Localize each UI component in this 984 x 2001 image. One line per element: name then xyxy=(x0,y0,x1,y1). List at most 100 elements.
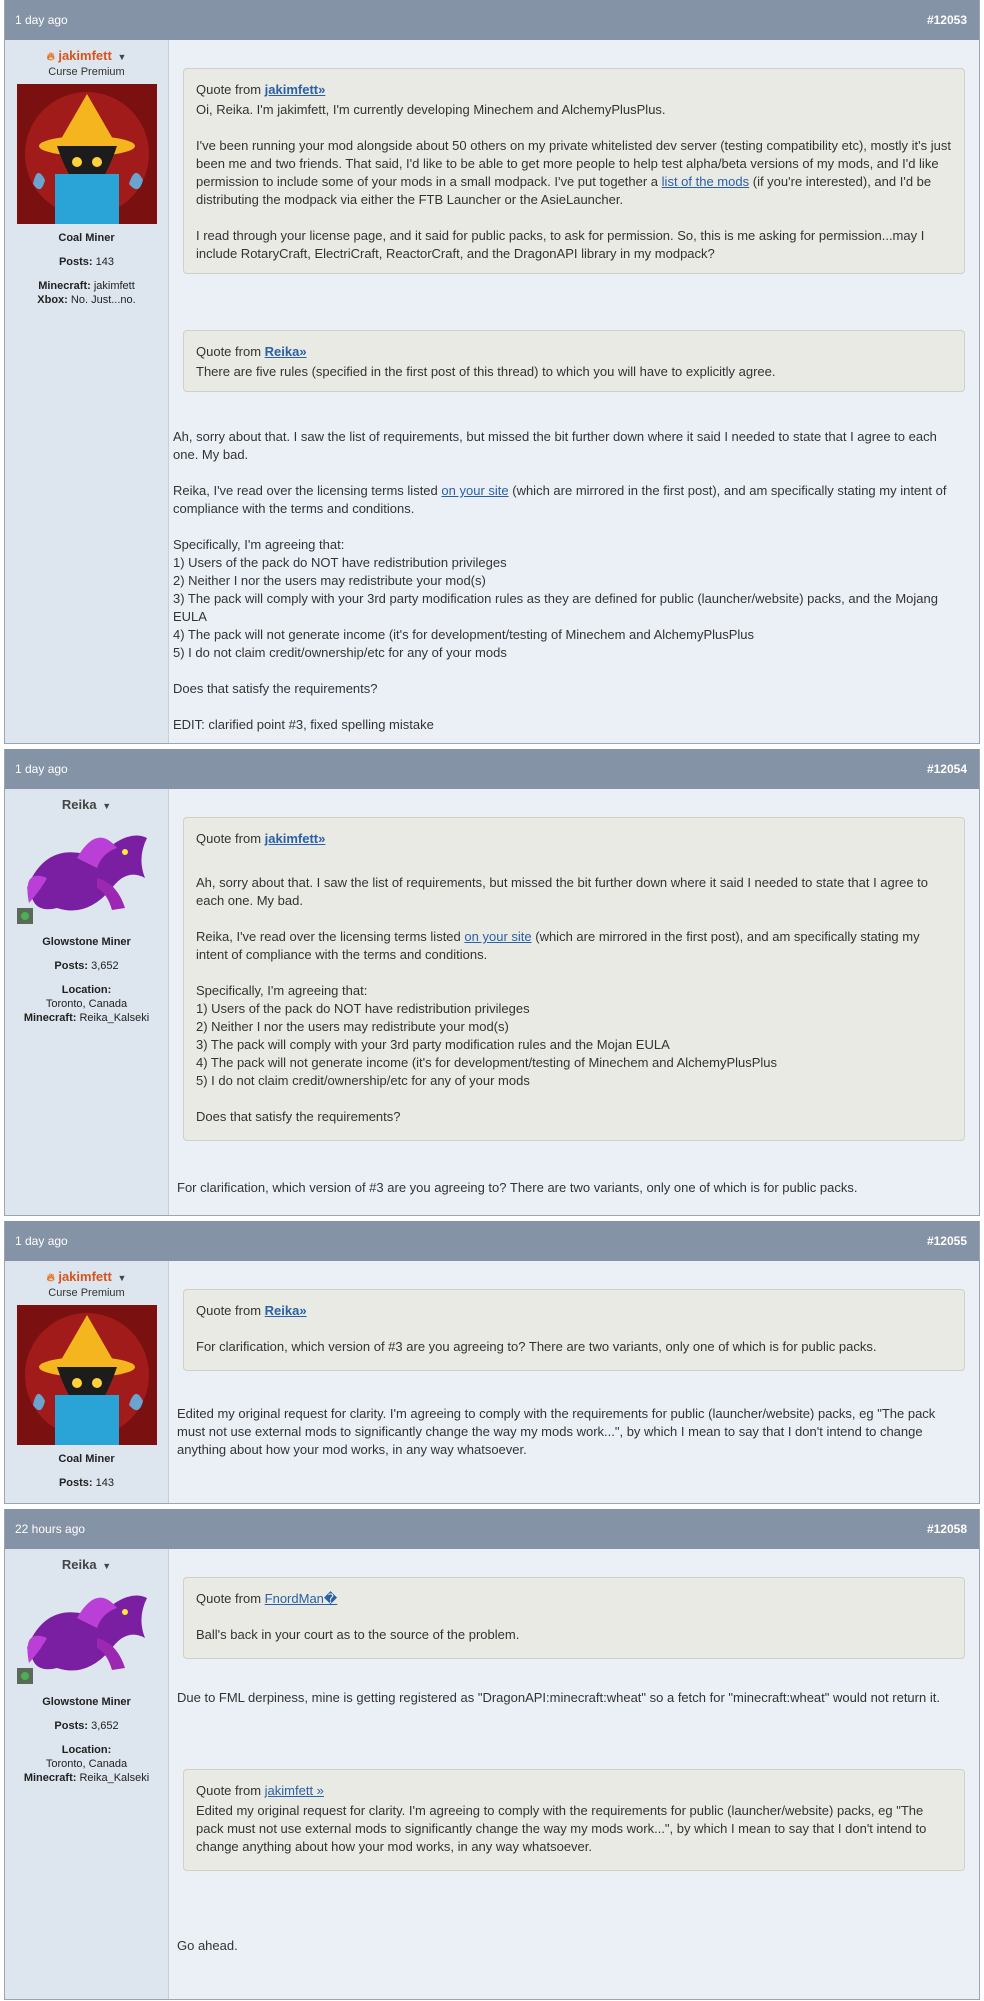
post-number-link[interactable]: #12054 xyxy=(927,762,967,776)
user-sidebar: Reika ▼ Glowstone Miner Posts: 3,652 Loc… xyxy=(5,1549,169,1999)
user-xbox: Xbox: No. Just...no. xyxy=(37,294,136,306)
post-number-link[interactable]: #12053 xyxy=(927,13,967,27)
post-time: 1 day ago xyxy=(15,1234,68,1248)
post-content: Quote from Reika» For clarification, whi… xyxy=(169,1261,979,1503)
quote-block: Quote from jakimfett » Edited my origina… xyxy=(183,1769,965,1871)
post-number-link[interactable]: #12058 xyxy=(927,1522,967,1536)
list-item: 3) The pack will comply with your 3rd pa… xyxy=(196,1037,670,1052)
avatar[interactable] xyxy=(16,818,157,928)
license-site-link[interactable]: on your site xyxy=(464,929,531,944)
quote-block: Quote from Reika» There are five rules (… xyxy=(183,330,965,392)
quote-text: Ah, sorry about that. I saw the list of … xyxy=(196,875,929,908)
quote-text: Oi, Reika. I'm jakimfett, I'm currently … xyxy=(196,102,666,117)
quote-header: Quote from jakimfett » xyxy=(196,1783,324,1798)
post-text: Reika, I've read over the licensing term… xyxy=(173,483,947,516)
list-intro: Specifically, I'm agreeing that: xyxy=(196,983,368,998)
username-menu[interactable]: 🔥︎ jakimfett ▼ xyxy=(5,1269,168,1285)
username[interactable]: Reika xyxy=(62,797,97,812)
username[interactable]: jakimfett xyxy=(58,48,111,63)
post-text: Does that satisfy the requirements? xyxy=(173,681,378,696)
avatar[interactable] xyxy=(16,1305,157,1445)
post-header: 1 day ago #12053 xyxy=(5,0,979,40)
list-item: 1) Users of the pack do NOT have redistr… xyxy=(173,555,507,570)
quote-header: Quote from jakimfett» xyxy=(196,831,326,846)
post-text: For clarification, which version of #3 a… xyxy=(177,1180,858,1195)
list-item: 2) Neither I nor the users may redistrib… xyxy=(196,1019,509,1034)
username[interactable]: Reika xyxy=(62,1557,97,1572)
post: 22 hours ago #12058 Reika ▼ Glowstone Mi xyxy=(4,1509,980,2000)
online-status-icon xyxy=(20,912,29,920)
quote-text: I read through your license page, and it… xyxy=(196,228,925,261)
user-posts: Posts: 143 xyxy=(58,1477,115,1489)
flame-icon: 🔥︎ xyxy=(46,1272,55,1284)
list-item: 5) I do not claim credit/ownership/etc f… xyxy=(196,1073,530,1088)
user-menu-caret-icon[interactable]: ▼ xyxy=(102,1561,111,1571)
quote-author-link[interactable]: FnordMan� xyxy=(265,1591,338,1606)
user-menu-caret-icon[interactable]: ▼ xyxy=(102,801,111,811)
username-menu[interactable]: Reika ▼ xyxy=(5,797,168,812)
post-header: 22 hours ago #12058 xyxy=(5,1509,979,1549)
post: 1 day ago #12054 Reika ▼ Glowstone Miner xyxy=(4,749,980,1216)
quote-author-link[interactable]: jakimfett» xyxy=(265,82,326,97)
post-text: Due to FML derpiness, mine is getting re… xyxy=(177,1690,940,1705)
user-menu-caret-icon[interactable]: ▼ xyxy=(117,1273,126,1283)
quote-author-link[interactable]: jakimfett» xyxy=(265,831,326,846)
username-menu[interactable]: 🔥︎ jakimfett ▼ xyxy=(5,48,168,64)
post-text: Edited my original request for clarity. … xyxy=(177,1406,936,1457)
user-posts: Posts: 3,652 xyxy=(54,1720,119,1732)
quote-header: Quote from FnordMan� xyxy=(196,1591,338,1606)
post-text: Go ahead. xyxy=(177,1938,238,1953)
post-number-link[interactable]: #12055 xyxy=(927,1234,967,1248)
username-menu[interactable]: Reika ▼ xyxy=(5,1557,168,1572)
user-minecraft: Minecraft: jakimfett xyxy=(38,280,135,292)
user-posts: Posts: 3,652 xyxy=(54,960,119,972)
quote-author-link[interactable]: jakimfett » xyxy=(265,1783,324,1798)
post: 1 day ago #12053 🔥︎ jakimfett ▼ Curse Pr… xyxy=(4,0,980,744)
user-title: Curse Premium xyxy=(48,66,125,78)
quote-block: Quote from FnordMan� Ball's back in your… xyxy=(183,1577,965,1659)
post-content: Quote from FnordMan� Ball's back in your… xyxy=(169,1549,979,1999)
user-minecraft: Minecraft: Reika_Kalseki xyxy=(23,1012,150,1024)
user-sidebar: 🔥︎ jakimfett ▼ Curse Premium Coal Miner … xyxy=(5,40,169,743)
edit-note: EDIT: clarified point #3, fixed spelling… xyxy=(173,717,434,732)
post-text: Ah, sorry about that. I saw the list of … xyxy=(173,429,937,462)
list-item: 5) I do not claim credit/ownership/etc f… xyxy=(173,645,507,660)
quote-text: I've been running your mod alongside abo… xyxy=(196,138,951,207)
quote-text: Edited my original request for clarity. … xyxy=(196,1803,927,1854)
online-status-icon xyxy=(20,1672,29,1680)
avatar[interactable] xyxy=(16,1578,157,1688)
quote-text: Ball's back in your court as to the sour… xyxy=(196,1627,520,1642)
quote-text: For clarification, which version of #3 a… xyxy=(196,1339,877,1354)
user-menu-caret-icon[interactable]: ▼ xyxy=(117,52,126,62)
username[interactable]: jakimfett xyxy=(58,1269,111,1284)
list-item: 4) The pack will not generate income (it… xyxy=(196,1055,778,1070)
quote-block: Quote from jakimfett» Ah, sorry about th… xyxy=(183,817,965,1141)
user-location-label: Location: xyxy=(61,1744,112,1756)
user-location: Toronto, Canada xyxy=(45,1758,128,1770)
user-rank: Coal Miner xyxy=(58,232,115,244)
list-intro: Specifically, I'm agreeing that: xyxy=(173,537,345,552)
post: 1 day ago #12055 🔥︎ jakimfett ▼ Curse Pr… xyxy=(4,1221,980,1504)
avatar[interactable] xyxy=(16,84,157,224)
user-rank: Glowstone Miner xyxy=(42,936,131,948)
post-content: Quote from jakimfett» Oi, Reika. I'm jak… xyxy=(169,40,979,743)
post-time: 1 day ago xyxy=(15,762,68,776)
list-item: 3) The pack will comply with your 3rd pa… xyxy=(173,591,938,624)
user-location-label: Location: xyxy=(61,984,112,996)
user-rank: Glowstone Miner xyxy=(42,1696,131,1708)
user-sidebar: Reika ▼ Glowstone Miner Posts: 3,652 Loc… xyxy=(5,789,169,1215)
post-header: 1 day ago #12055 xyxy=(5,1221,979,1261)
quote-block: Quote from Reika» For clarification, whi… xyxy=(183,1289,965,1371)
user-minecraft: Minecraft: Reika_Kalseki xyxy=(23,1772,150,1784)
mod-list-link[interactable]: list of the mods xyxy=(662,174,749,189)
quote-text: Does that satisfy the requirements? xyxy=(196,1109,401,1124)
list-item: 1) Users of the pack do NOT have redistr… xyxy=(196,1001,530,1016)
list-item: 4) The pack will not generate income (it… xyxy=(173,627,755,642)
user-rank: Coal Miner xyxy=(58,1453,115,1465)
quote-author-link[interactable]: Reika» xyxy=(265,344,307,359)
post-time: 22 hours ago xyxy=(15,1522,86,1536)
quote-author-link[interactable]: Reika» xyxy=(265,1303,307,1318)
license-site-link[interactable]: on your site xyxy=(441,483,508,498)
post-header: 1 day ago #12054 xyxy=(5,749,979,789)
quote-header: Quote from Reika» xyxy=(196,1303,307,1318)
